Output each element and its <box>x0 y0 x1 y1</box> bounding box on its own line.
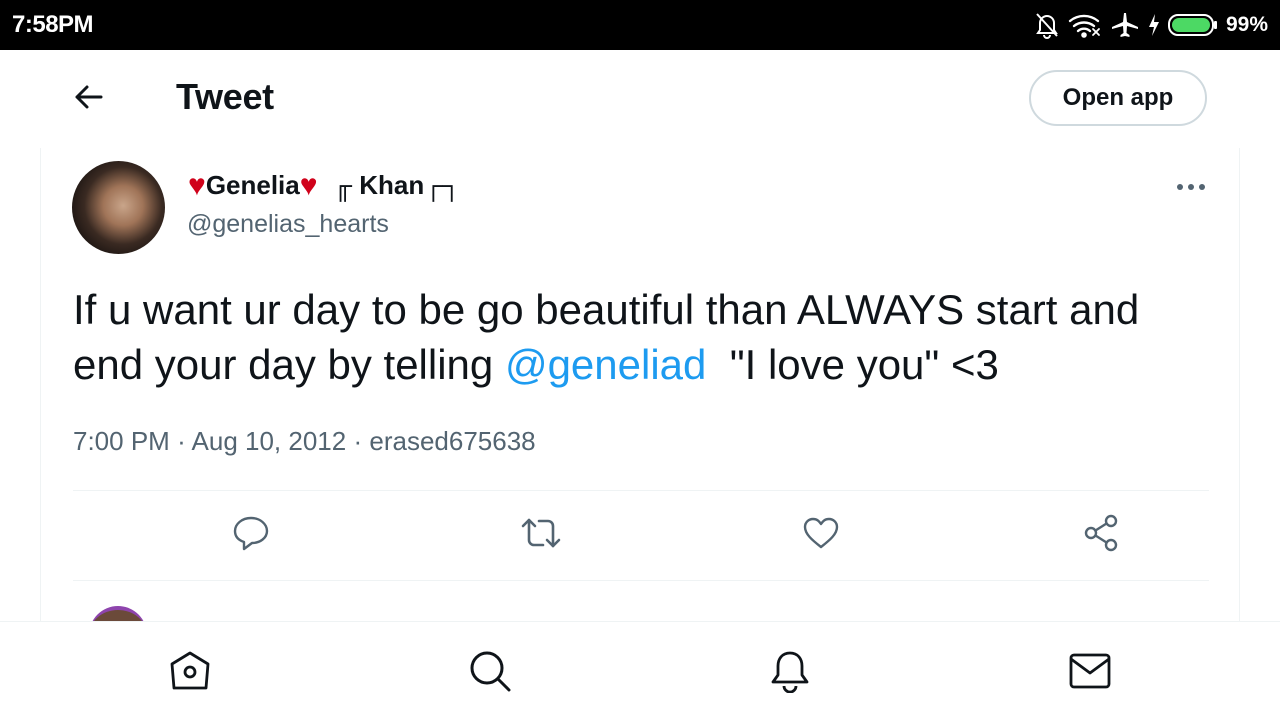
tweet-time[interactable]: 7:00 PM <box>73 426 170 456</box>
tweet-text-part: "I love you" <3 <box>706 341 999 388</box>
author-handle[interactable]: @genelias_hearts <box>187 210 389 239</box>
author-name: Genelia <box>205 170 300 200</box>
retweet-button[interactable] <box>519 513 563 557</box>
like-button[interactable] <box>799 513 843 557</box>
tweet-date[interactable]: Aug 10, 2012 <box>192 426 347 456</box>
share-icon <box>1082 514 1120 557</box>
nav-notifications[interactable] <box>767 650 813 696</box>
reply-button[interactable] <box>229 513 273 557</box>
divider <box>73 580 1209 581</box>
bottom-nav <box>0 621 1280 721</box>
retweet-icon <box>519 516 563 555</box>
top-bar: Tweet Open app <box>0 50 1280 148</box>
home-icon <box>168 650 212 697</box>
avatar[interactable] <box>72 161 165 254</box>
share-button[interactable] <box>1079 513 1123 557</box>
search-icon <box>468 649 512 698</box>
page-title: Tweet <box>176 76 274 117</box>
more-button[interactable] <box>1171 172 1211 202</box>
notifications-off-icon <box>1034 11 1060 39</box>
arrow-left-icon <box>73 83 105 116</box>
open-app-button[interactable]: Open app <box>1029 70 1207 126</box>
reply-icon <box>232 515 270 556</box>
airplane-icon <box>1110 11 1140 39</box>
mention-link[interactable]: @geneliad <box>505 341 706 388</box>
tweet-actions <box>73 491 1209 579</box>
nav-search[interactable] <box>467 650 513 696</box>
battery-percent: 99% <box>1225 13 1268 36</box>
battery-icon <box>1167 13 1218 37</box>
heart-emoji: ♥ <box>188 168 206 202</box>
charging-icon <box>1148 13 1160 37</box>
status-icons: 99% <box>1034 10 1268 40</box>
tweet-text: If u want ur day to be go beautiful than… <box>73 282 1213 392</box>
status-bar: 7:58PM 99% <box>0 0 1280 50</box>
like-icon <box>802 516 840 555</box>
meta-separator: · <box>353 426 363 456</box>
notifications-icon <box>768 649 812 698</box>
status-time: 7:58PM <box>12 11 94 38</box>
heart-emoji: ♥ <box>299 168 318 202</box>
messages-icon <box>1068 652 1112 695</box>
tweet-source: erased675638 <box>369 426 536 456</box>
nav-home[interactable] <box>167 650 213 696</box>
author-name-suffix: ╓ Khan┌┐ <box>333 170 462 200</box>
tweet-meta: 7:00 PM · Aug 10, 2012 · erased675638 <box>73 426 536 457</box>
display-name[interactable]: ♥ Genelia ♥ ╓ Khan┌┐ <box>188 170 461 201</box>
meta-separator: · <box>177 426 186 456</box>
more-horizontal-icon <box>1176 178 1206 196</box>
wifi-icon <box>1068 12 1102 38</box>
nav-messages[interactable] <box>1067 650 1113 696</box>
back-button[interactable] <box>66 78 112 120</box>
tweet-card: ♥ Genelia ♥ ╓ Khan┌┐ @genelias_hearts If… <box>40 148 1240 664</box>
